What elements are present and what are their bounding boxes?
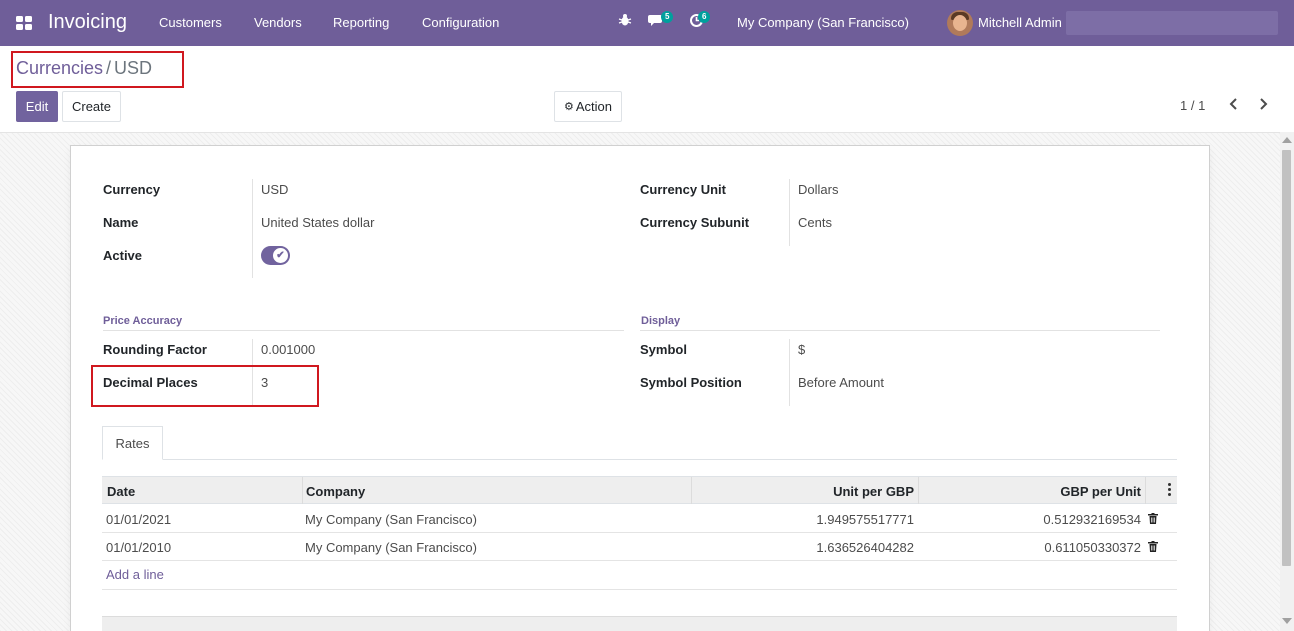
scroll-up-icon[interactable]: [1282, 137, 1292, 143]
menu-configuration[interactable]: Configuration: [422, 15, 499, 30]
menu-customers[interactable]: Customers: [159, 15, 222, 30]
user-menu[interactable]: Mitchell Admin: [978, 15, 1062, 30]
activities-badge: 6: [698, 11, 711, 23]
field-separator: [252, 179, 253, 278]
breadcrumb-highlight: [11, 51, 184, 88]
price-accuracy-title: Price Accuracy: [103, 315, 183, 327]
apps-menu-icon[interactable]: [16, 16, 32, 30]
add-line-row: [102, 561, 1177, 590]
symbol-position-label: Symbol Position: [640, 375, 742, 390]
avatar[interactable]: [947, 10, 973, 36]
column-header-unit-per-gbp[interactable]: Unit per GBP: [833, 484, 914, 499]
rate-gbp-per-unit: 0.611050330372: [1044, 540, 1141, 555]
rate-unit-per-gbp: 1.949575517771: [816, 512, 914, 527]
active-label: Active: [103, 248, 143, 263]
rate-gbp-per-unit: 0.512932169534: [1043, 512, 1141, 527]
scroll-down-icon[interactable]: [1282, 618, 1292, 624]
rate-company: My Company (San Francisco): [305, 540, 477, 555]
kebab-icon[interactable]: [1168, 483, 1171, 496]
top-navbar: Invoicing Customers Vendors Reporting Co…: [0, 0, 1294, 46]
column-header-date[interactable]: Date: [107, 484, 135, 499]
column-separator: [918, 477, 919, 504]
field-separator: [789, 339, 790, 406]
chevron-right-icon[interactable]: [1258, 97, 1268, 115]
rounding-factor-label: Rounding Factor: [103, 342, 207, 357]
edit-button[interactable]: Edit: [16, 91, 58, 122]
redacted-area: [1066, 11, 1278, 35]
trash-icon[interactable]: [1148, 541, 1158, 552]
column-separator: [302, 477, 303, 504]
table-header: Date Company Unit per GBP GBP per Unit: [102, 476, 1177, 504]
menu-vendors[interactable]: Vendors: [254, 15, 302, 30]
column-header-gbp-per-unit[interactable]: GBP per Unit: [1060, 484, 1141, 499]
column-header-company[interactable]: Company: [306, 484, 365, 499]
action-label: Action: [575, 99, 612, 114]
table-footer: [102, 616, 1177, 631]
symbol-position-value: Before Amount: [798, 375, 884, 390]
rate-date: 01/01/2021: [106, 512, 172, 527]
gear-icon: ⚙: [563, 101, 574, 113]
field-separator: [789, 179, 790, 246]
pager-value[interactable]: 1 / 1: [1180, 98, 1205, 113]
table-row[interactable]: 01/01/2010 My Company (San Francisco) 1.…: [102, 533, 1177, 561]
section-divider: [640, 330, 1160, 331]
rate-date: 01/01/2010: [106, 540, 172, 555]
menu-reporting[interactable]: Reporting: [333, 15, 389, 30]
column-separator: [691, 477, 692, 504]
currency-label: Currency: [103, 182, 161, 197]
currency-subunit-label: Currency Subunit: [640, 215, 750, 230]
section-divider: [103, 330, 624, 331]
tab-rates[interactable]: Rates: [102, 426, 163, 460]
bug-icon[interactable]: [618, 13, 632, 30]
create-button[interactable]: Create: [62, 91, 121, 122]
rounding-factor-value: 0.001000: [261, 342, 316, 357]
scrollbar-thumb[interactable]: [1282, 150, 1291, 566]
currency-value: USD: [261, 182, 289, 197]
chevron-left-icon[interactable]: [1229, 97, 1239, 115]
display-title: Display: [641, 315, 681, 327]
name-value: United States dollar: [261, 215, 375, 230]
check-icon: ✔: [273, 248, 288, 263]
symbol-value: $: [798, 342, 806, 357]
currency-unit-label: Currency Unit: [640, 182, 726, 197]
messages-badge: 5: [661, 11, 674, 23]
currency-unit-value: Dollars: [798, 182, 839, 197]
rate-unit-per-gbp: 1.636526404282: [816, 540, 914, 555]
add-line-link[interactable]: Add a line: [106, 567, 164, 582]
rate-company: My Company (San Francisco): [305, 512, 477, 527]
symbol-label: Symbol: [640, 342, 687, 357]
column-separator: [1145, 477, 1146, 504]
company-switcher[interactable]: My Company (San Francisco): [737, 15, 909, 30]
active-toggle[interactable]: ✔: [261, 246, 290, 265]
tab-divider: [102, 459, 1177, 460]
table-row[interactable]: 01/01/2021 My Company (San Francisco) 1.…: [102, 505, 1177, 533]
name-label: Name: [103, 215, 139, 230]
trash-icon[interactable]: [1148, 513, 1158, 524]
app-title[interactable]: Invoicing: [48, 11, 127, 34]
currency-subunit-value: Cents: [798, 215, 832, 230]
decimal-places-highlight: [91, 365, 319, 407]
action-button[interactable]: ⚙ Action: [554, 91, 622, 122]
